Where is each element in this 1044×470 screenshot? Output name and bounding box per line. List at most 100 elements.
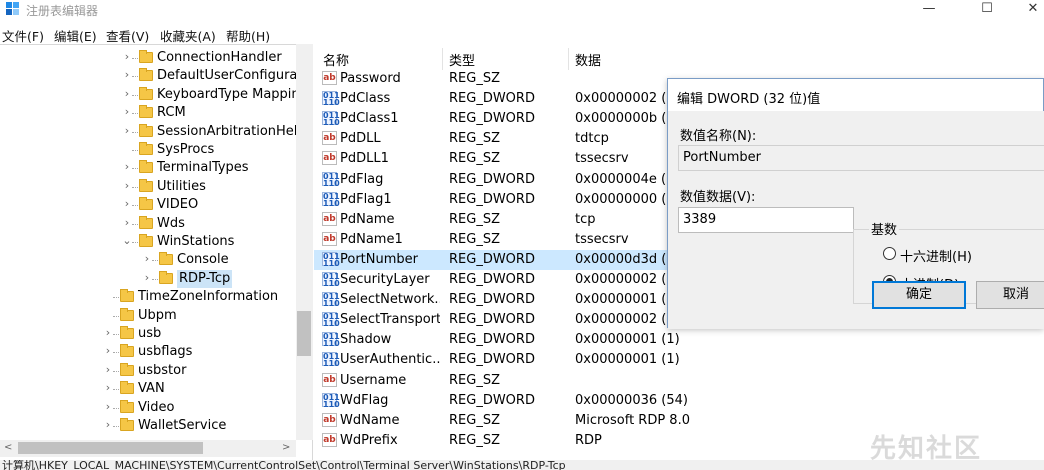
expand-arrow-icon[interactable]: › <box>121 179 133 192</box>
hex-radio-label[interactable]: 十六进制(H) <box>900 246 972 265</box>
value-row[interactable]: 011 110 WdFlag REG_DWORD 0x00000036 (54) <box>314 391 1044 411</box>
value-type: REG_DWORD <box>449 272 535 287</box>
value-name-field[interactable]: PortNumber <box>678 145 1044 171</box>
expand-arrow-icon[interactable]: ⌄ <box>121 234 133 247</box>
tree-item-label[interactable]: VIDEO <box>157 196 198 214</box>
close-button[interactable]: ✕ <box>1010 0 1044 20</box>
value-type: REG_SZ <box>449 71 500 86</box>
tree-item-label[interactable]: Video <box>138 399 174 417</box>
value-data: tssecsrv <box>575 151 629 167</box>
binary-value-icon: 011 110 <box>322 292 340 309</box>
scroll-right-arrow[interactable]: > <box>282 442 290 453</box>
expand-arrow-icon[interactable]: › <box>102 381 114 394</box>
expand-arrow-icon[interactable]: › <box>121 124 133 137</box>
value-data: 0x0000000b (1 <box>575 111 675 127</box>
string-value-icon: ab <box>322 151 337 166</box>
folder-icon <box>120 307 134 321</box>
value-data: tdtcp <box>575 131 609 147</box>
scroll-left-arrow[interactable]: < <box>4 442 12 453</box>
registry-tree[interactable]: › ConnectionHandler › DefaultUserConfigurat… <box>0 44 313 460</box>
menu-favorites[interactable]: 收藏夹(A) <box>160 26 216 45</box>
tree-item-label[interactable]: RDP-Tcp <box>177 269 233 288</box>
tree-item-label[interactable]: SessionArbitrationHelp <box>157 123 306 141</box>
column-header-name[interactable]: 名称 <box>323 50 349 69</box>
folder-icon <box>139 123 153 137</box>
value-type: REG_DWORD <box>449 91 535 107</box>
expand-arrow-icon[interactable]: › <box>102 326 114 339</box>
minimize-button[interactable]: — <box>906 0 952 20</box>
menu-help[interactable]: 帮助(H) <box>226 26 270 45</box>
tree-item-label[interactable]: usb <box>138 325 161 343</box>
expand-arrow-icon[interactable]: › <box>121 197 133 210</box>
tree-item-label[interactable]: Ubpm <box>138 307 177 325</box>
value-data: 0x00000002 (2) <box>575 312 680 328</box>
ok-button[interactable]: 确定 <box>872 281 966 309</box>
column-separator[interactable] <box>442 48 443 70</box>
tree-item-label[interactable]: DefaultUserConfigurati <box>157 67 306 85</box>
cancel-button[interactable]: 取消 <box>976 281 1044 309</box>
expand-arrow-icon[interactable]: › <box>102 363 114 376</box>
tree-item-label[interactable]: TerminalTypes <box>157 159 249 177</box>
value-row[interactable]: 011 110 Shadow REG_DWORD 0x00000001 (1) <box>314 330 1044 350</box>
maximize-button[interactable]: ☐ <box>964 0 1010 20</box>
expand-arrow-icon[interactable]: › <box>121 50 133 63</box>
folder-icon <box>120 418 134 431</box>
value-row[interactable]: 011 110 UserAuthentic... REG_DWORD 0x000000… <box>314 350 1044 370</box>
tree-item-label[interactable]: KeyboardType Mappin <box>157 86 300 104</box>
value-name: SecurityLayer <box>340 272 430 287</box>
value-type: REG_DWORD <box>449 191 535 207</box>
hex-radio[interactable] <box>883 247 896 260</box>
menu-file[interactable]: 文件(F) <box>2 26 44 45</box>
tree-item-label[interactable]: WinStations <box>157 233 234 251</box>
folder-icon <box>120 381 134 395</box>
tree-item-label[interactable]: Utilities <box>157 178 206 196</box>
expand-arrow-icon[interactable]: › <box>102 344 114 357</box>
tree-horizontal-scroll-thumb[interactable] <box>18 442 203 454</box>
expand-arrow-icon[interactable]: › <box>121 105 133 118</box>
value-data-field[interactable]: 3389 <box>678 207 854 233</box>
folder-icon <box>120 344 134 358</box>
expand-arrow-icon[interactable]: › <box>121 160 133 173</box>
menu-view[interactable]: 查看(V) <box>106 26 149 45</box>
value-row[interactable]: ab Username REG_SZ <box>314 371 1044 391</box>
value-data: 0x00000002 (2) <box>575 272 680 287</box>
value-name: PdName <box>340 211 395 227</box>
expand-arrow-icon[interactable]: › <box>141 271 153 284</box>
tree-item-label[interactable]: ConnectionHandler <box>157 49 282 67</box>
binary-value-icon: 011 110 <box>322 312 340 329</box>
binary-value-icon: 011 110 <box>322 332 340 349</box>
expand-arrow-icon[interactable]: › <box>102 400 114 413</box>
binary-value-icon: 011 110 <box>322 171 340 188</box>
column-header-type[interactable]: 类型 <box>449 50 475 69</box>
column-separator[interactable] <box>568 48 569 70</box>
binary-value-icon: 011 110 <box>322 251 340 268</box>
column-header-data[interactable]: 数据 <box>575 50 601 69</box>
tree-item-label[interactable]: WalletService <box>138 417 226 435</box>
tree-item-label[interactable]: SysProcs <box>157 141 214 159</box>
menu-edit[interactable]: 编辑(E) <box>54 26 97 45</box>
tree-item-label[interactable]: usbstor <box>138 362 186 380</box>
base-label: 基数 <box>869 219 900 238</box>
tree-vertical-scroll-thumb[interactable] <box>297 311 311 356</box>
folder-icon <box>139 160 153 174</box>
expand-arrow-icon[interactable]: › <box>141 252 153 265</box>
folder-icon <box>139 234 153 247</box>
folder-icon <box>159 270 173 284</box>
tree-item-label[interactable]: Wds <box>157 215 185 233</box>
tree-item-label[interactable]: RCM <box>157 104 186 122</box>
title-bar: 注册表编辑器 — ☐ ✕ <box>0 0 1044 20</box>
expand-arrow-icon[interactable]: › <box>121 216 133 229</box>
tree-item-label[interactable]: VAN <box>138 380 165 398</box>
tree-vertical-scrollbar[interactable] <box>296 44 313 440</box>
value-type: REG_DWORD <box>449 312 535 328</box>
expand-arrow-icon[interactable]: › <box>102 418 114 431</box>
expand-arrow-icon[interactable]: › <box>121 68 133 81</box>
tree-item-label[interactable]: Console <box>177 251 229 269</box>
tree-item-label[interactable]: TimeZoneInformation <box>138 288 278 306</box>
value-name: UserAuthentic... <box>340 352 440 368</box>
value-type: REG_SZ <box>449 231 500 247</box>
regedit-app-icon <box>6 2 19 15</box>
expand-arrow-icon[interactable]: › <box>121 87 133 100</box>
value-name: SelectNetwork... <box>340 292 440 308</box>
tree-item-label[interactable]: usbflags <box>138 343 192 361</box>
